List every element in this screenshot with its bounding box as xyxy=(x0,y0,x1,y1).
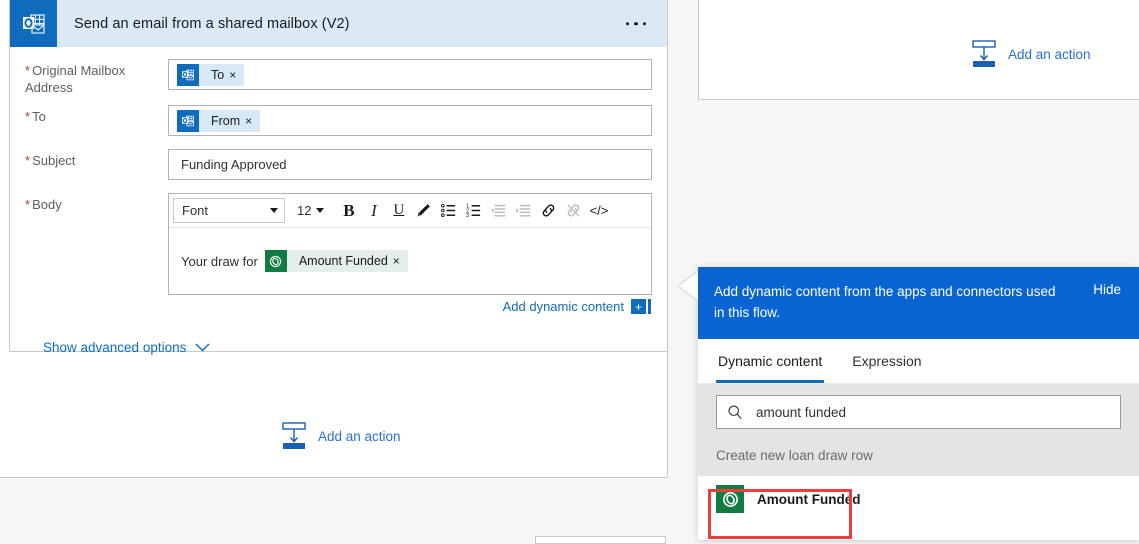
original-mailbox-address-input[interactable]: To × xyxy=(168,59,652,90)
required-marker: * xyxy=(25,197,30,212)
flow-designer-canvas: Send an email from a shared mailbox (V2)… xyxy=(0,0,668,478)
field-label-subject: *Subject xyxy=(25,149,168,169)
dynamic-content-item-amount-funded[interactable]: Amount Funded xyxy=(698,476,1139,522)
show-advanced-options-toggle[interactable]: Show advanced options xyxy=(43,340,210,355)
add-dynamic-content-cursor xyxy=(648,299,651,314)
chevron-down-icon xyxy=(195,343,210,352)
decrease-indent-icon xyxy=(486,198,511,223)
highlight-pen-icon[interactable] xyxy=(411,198,436,223)
action-card-title: Send an email from a shared mailbox (V2) xyxy=(74,16,350,32)
required-marker: * xyxy=(25,153,30,168)
add-action-button-left[interactable]: Add an action xyxy=(281,422,401,450)
remove-link-icon xyxy=(561,198,586,223)
increase-indent-icon xyxy=(511,198,536,223)
font-family-select[interactable]: Font xyxy=(173,198,285,223)
numbered-list-icon[interactable]: 1 2 3 xyxy=(461,198,486,223)
tab-dynamic-content[interactable]: Dynamic content xyxy=(716,339,824,383)
dynamic-content-search-area: amount funded xyxy=(698,384,1139,441)
token-label: From xyxy=(199,114,245,128)
action-card-send-email: Send an email from a shared mailbox (V2)… xyxy=(9,0,668,352)
hide-banner-button[interactable]: Hide xyxy=(1093,281,1121,297)
token-label: To xyxy=(199,68,229,82)
token-remove-icon[interactable]: × xyxy=(393,255,408,267)
body-rich-text-editor: Font 12 B I U xyxy=(168,193,652,295)
action-card-form: *Original Mailbox Address xyxy=(10,47,667,355)
add-action-button-right[interactable]: Add an action xyxy=(971,40,1091,68)
bulleted-list-icon[interactable] xyxy=(436,198,461,223)
add-dynamic-content-row: Add dynamic content + xyxy=(168,299,652,314)
field-control-to: From × xyxy=(168,105,652,136)
add-action-label: Add an action xyxy=(318,429,401,444)
underline-icon[interactable]: U xyxy=(386,198,411,223)
dynamic-content-item-label: Amount Funded xyxy=(757,492,860,507)
outlook-token-icon xyxy=(177,110,199,132)
dynamic-token-to[interactable]: To × xyxy=(177,64,244,86)
bold-icon[interactable]: B xyxy=(336,198,361,223)
dataverse-token-icon xyxy=(265,250,287,272)
dynamic-content-panel: Add dynamic content from the apps and co… xyxy=(698,267,1139,540)
font-family-value: Font xyxy=(182,203,208,218)
font-size-select[interactable]: 12 xyxy=(295,203,326,218)
token-label: Amount Funded xyxy=(287,254,393,268)
action-card-header[interactable]: Send an email from a shared mailbox (V2) xyxy=(10,0,667,47)
body-editor-content[interactable]: Your draw for Amount Funded × xyxy=(169,228,651,294)
add-dynamic-content-badge[interactable]: + xyxy=(631,299,646,314)
rich-text-toolbar: Font 12 B I U xyxy=(169,194,651,228)
required-marker: * xyxy=(25,109,30,124)
field-to: *To xyxy=(25,105,652,136)
insert-link-icon[interactable] xyxy=(536,198,561,223)
dynamic-content-tabs: Dynamic content Expression xyxy=(698,339,1139,384)
dynamic-content-banner: Add dynamic content from the apps and co… xyxy=(698,267,1139,339)
field-subject: *Subject Funding Approved xyxy=(25,149,652,180)
field-label-body: *Body xyxy=(25,193,168,213)
lower-card-stub xyxy=(535,536,666,544)
chevron-down-icon xyxy=(270,208,278,213)
field-label-original-mailbox-address: *Original Mailbox Address xyxy=(25,59,168,96)
body-static-text: Your draw for xyxy=(181,254,258,269)
flyout-pointer xyxy=(679,272,698,300)
field-body: *Body Font 12 B xyxy=(25,193,652,314)
required-marker: * xyxy=(25,63,30,78)
add-action-label: Add an action xyxy=(1008,47,1091,62)
tab-expression[interactable]: Expression xyxy=(850,339,923,383)
dynamic-token-amount-funded[interactable]: Amount Funded × xyxy=(265,250,408,272)
field-control-subject: Funding Approved xyxy=(168,149,652,180)
insert-action-icon xyxy=(281,422,307,450)
field-label-to: *To xyxy=(25,105,168,125)
outlook-icon xyxy=(10,0,57,47)
dynamic-content-group-header: Create new loan draw row xyxy=(698,441,1139,476)
subject-input[interactable]: Funding Approved xyxy=(168,149,652,180)
svg-text:3: 3 xyxy=(466,213,469,219)
dynamic-token-from[interactable]: From × xyxy=(177,110,260,132)
search-icon xyxy=(727,404,743,420)
outlook-token-icon xyxy=(177,64,199,86)
dynamic-content-search-value: amount funded xyxy=(756,405,846,420)
show-advanced-options-label: Show advanced options xyxy=(43,340,186,355)
dynamic-content-banner-text: Add dynamic content from the apps and co… xyxy=(714,281,1059,323)
dynamic-content-results: Amount Funded xyxy=(698,476,1139,522)
italic-icon[interactable]: I xyxy=(361,198,386,223)
ellipsis-icon[interactable] xyxy=(623,16,650,32)
font-size-value: 12 xyxy=(297,203,311,218)
field-control-original-mailbox-address: To × xyxy=(168,59,652,90)
code-view-icon[interactable]: </> xyxy=(586,198,611,223)
to-input[interactable]: From × xyxy=(168,105,652,136)
dataverse-icon xyxy=(716,485,744,513)
field-control-body: Font 12 B I U xyxy=(168,193,652,314)
field-original-mailbox-address: *Original Mailbox Address xyxy=(25,59,652,96)
insert-action-icon xyxy=(971,40,997,68)
add-dynamic-content-link[interactable]: Add dynamic content xyxy=(503,299,624,314)
token-remove-icon[interactable]: × xyxy=(229,69,244,81)
chevron-down-icon xyxy=(316,208,324,213)
token-remove-icon[interactable]: × xyxy=(245,115,260,127)
dynamic-content-search-input[interactable]: amount funded xyxy=(716,395,1121,429)
